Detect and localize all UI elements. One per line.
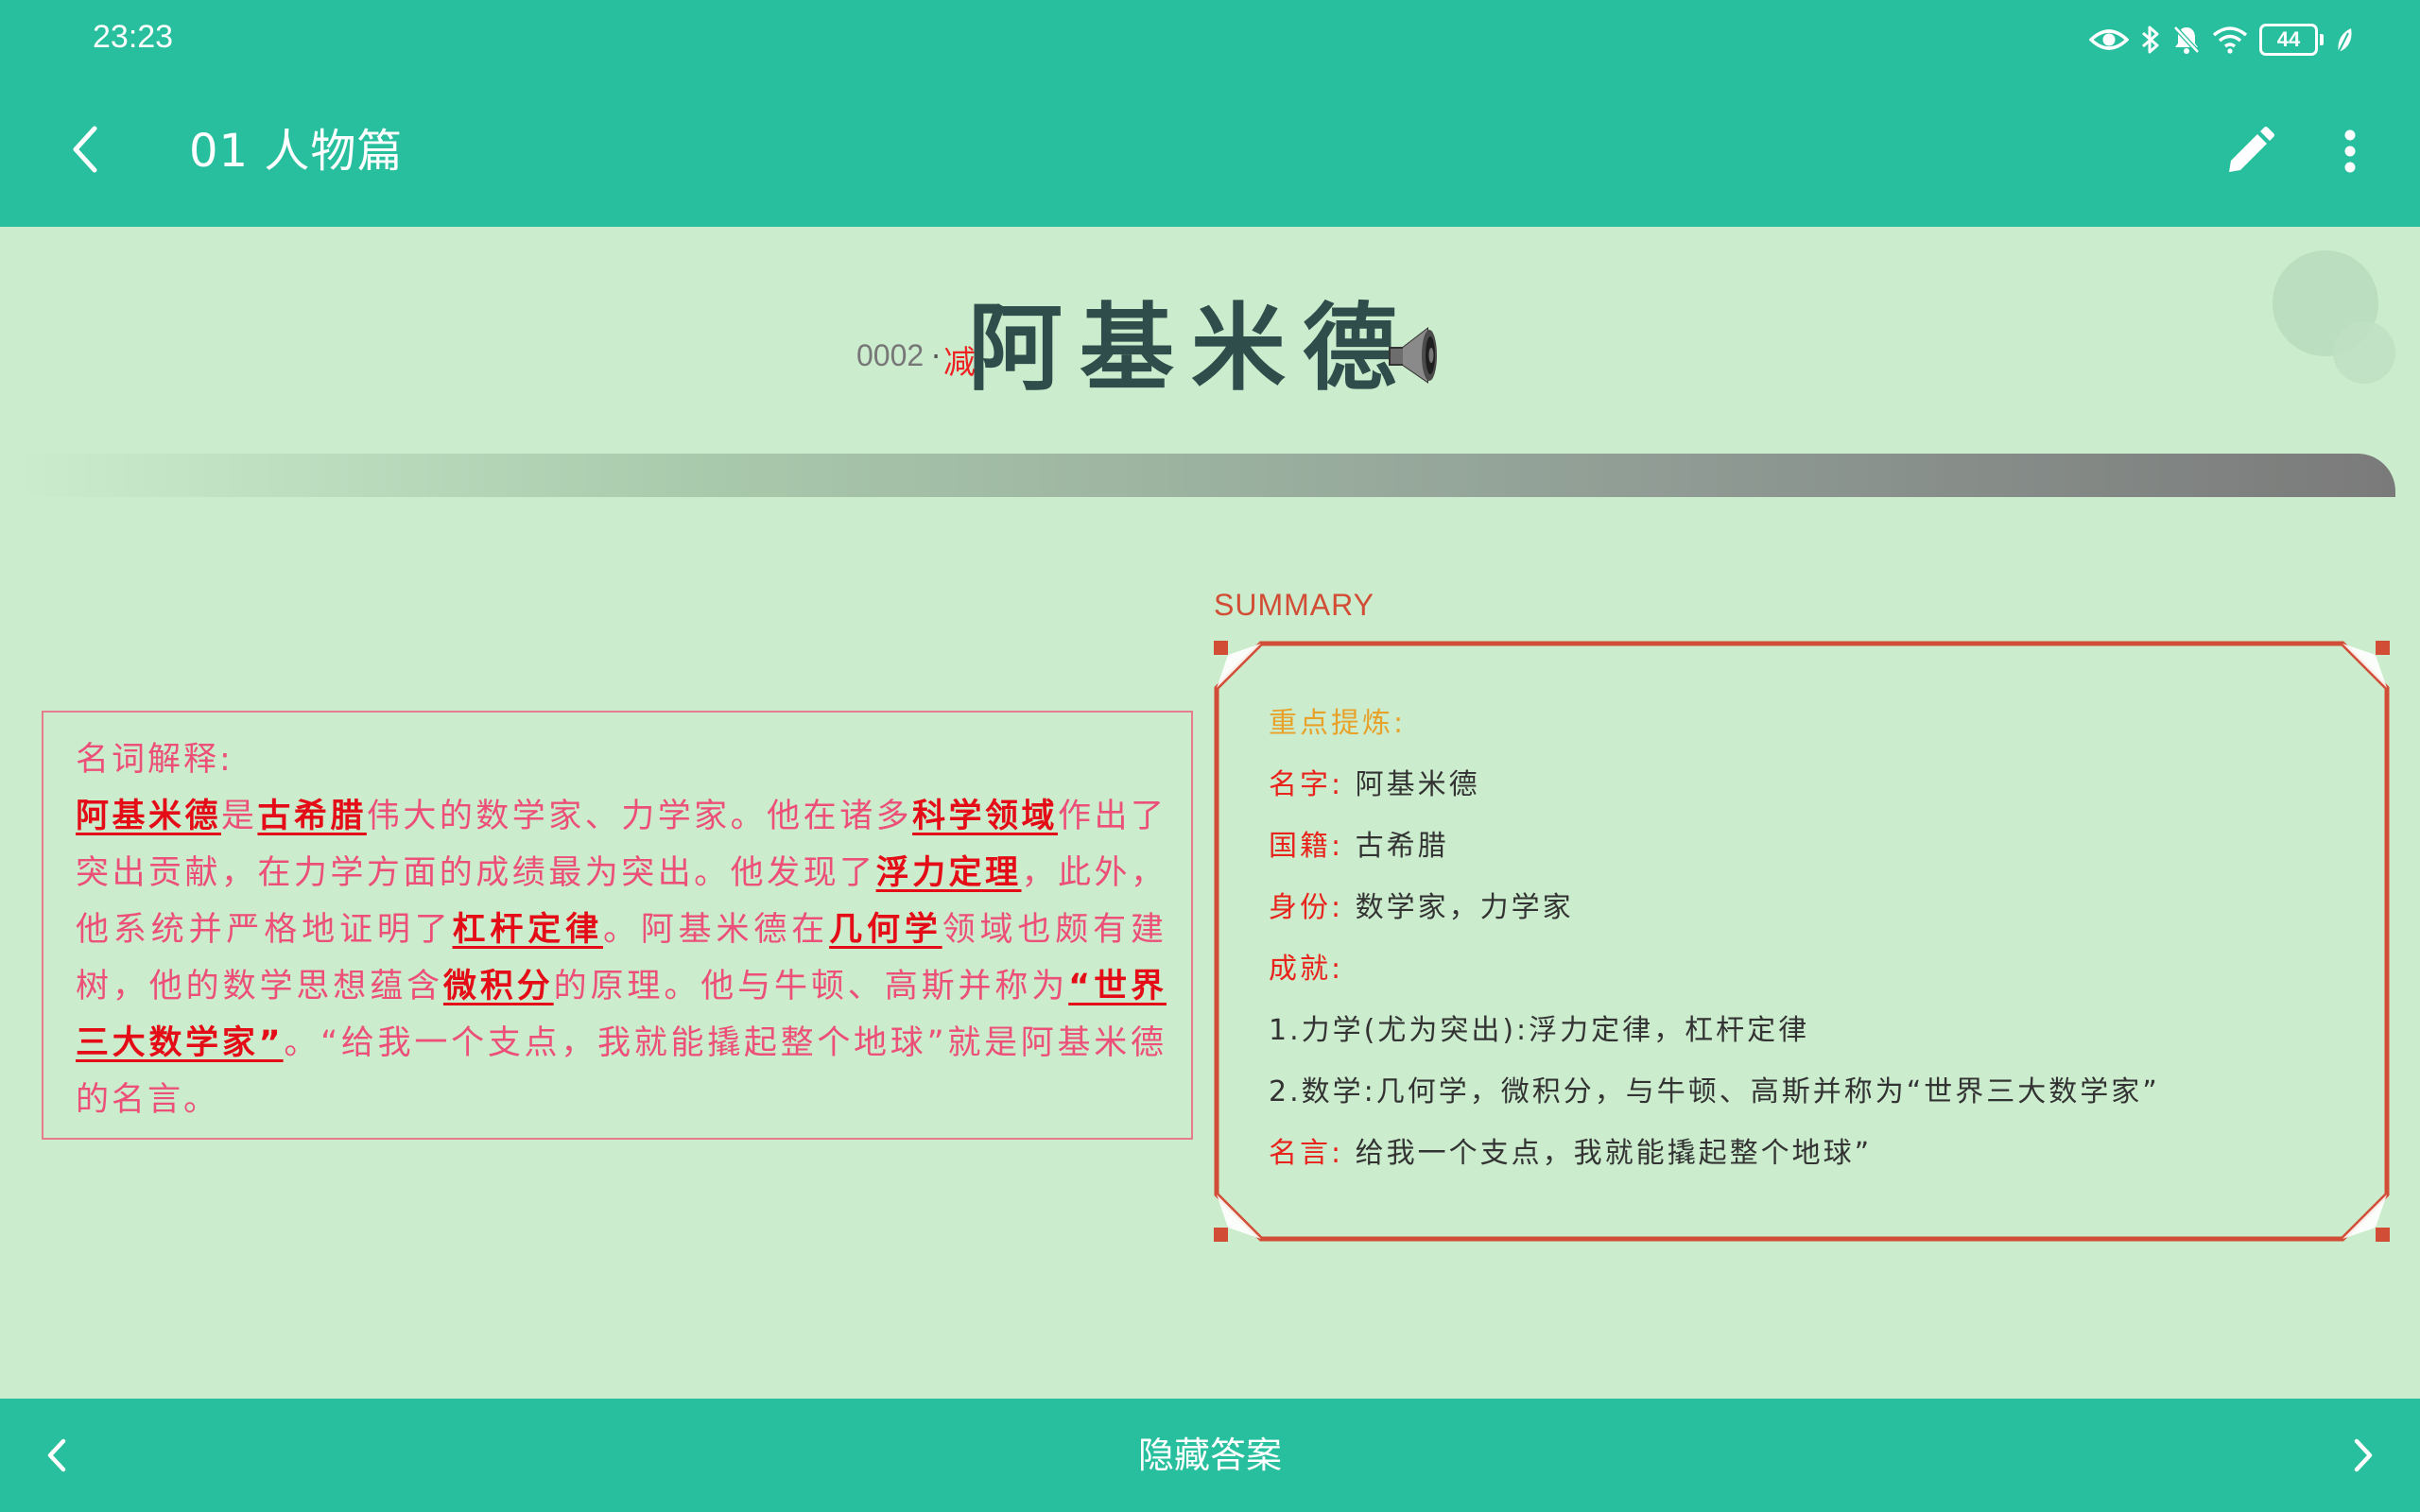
wifi-icon (2212, 26, 2248, 54)
text-segment: 。阿基米德在 (602, 911, 830, 949)
achievement-item-1: 1.力学(尤为突出):浮力定律，杠杆定律 (1269, 1014, 1810, 1047)
speaker-icon (1389, 326, 1437, 384)
chevron-left-icon (73, 126, 97, 173)
status-icons: 44 (2089, 19, 2354, 60)
bottom-bar: 隐藏答案 (0, 1399, 2420, 1512)
text-segment: 是 (220, 798, 258, 835)
app-bar: 23:23 44 01 人物篇 (0, 0, 2420, 227)
status-time: 23:23 (93, 19, 174, 55)
bell-off-icon (2172, 25, 2201, 55)
card-separator: · (931, 338, 942, 374)
quote-value: 给我一个支点，我就能撬起整个地球” (1355, 1137, 1873, 1170)
keyword: 古希腊 (257, 798, 367, 835)
summary-identity-row: 身份: 数学家，力学家 (1269, 884, 2365, 945)
bluetooth-icon (2140, 25, 2161, 55)
text-segment: 伟大的数学家、力学家。他在诸多 (366, 798, 913, 835)
chevron-left-icon (47, 1438, 66, 1472)
keyword: 阿基米德 (76, 798, 221, 835)
achievement-item-2: 2.数学:几何学，微积分，与牛顿、高斯并称为“世界三大数学家” (1269, 1075, 2160, 1108)
eye-icon (2089, 26, 2129, 54)
battery-icon: 44 (2259, 24, 2324, 56)
card-number: 0002 (856, 338, 925, 372)
keyword: 微积分 (442, 968, 554, 1005)
identity-key: 身份: (1269, 891, 1344, 924)
text-segment: 的原理。他与牛顿、高斯并称为 (553, 968, 1069, 1005)
summary-name-row: 名字: 阿基米德 (1269, 761, 2365, 822)
keyword: 科学领域 (912, 798, 1058, 835)
more-vertical-icon (2344, 129, 2356, 173)
pencil-icon (2229, 127, 2274, 172)
previous-card-button[interactable] (28, 1427, 85, 1484)
audio-play-button[interactable] (1384, 323, 1450, 389)
more-options-button[interactable] (2320, 121, 2380, 181)
divider-bar (19, 454, 2395, 497)
headword-row: 0002 · 减 阿基米德 (0, 284, 2420, 416)
edit-button[interactable] (2220, 121, 2280, 181)
keyword: 杠杆定律 (452, 911, 603, 949)
summary-panel: 重点提炼: 名字: 阿基米德 国籍: 古希腊 身份: 数学家，力学家 成就: 1… (1269, 699, 2365, 1191)
next-card-button[interactable] (2335, 1427, 2392, 1484)
summary-heading: 重点提炼: (1269, 707, 1407, 740)
summary-label: SUMMARY (1214, 588, 1374, 622)
nationality-key: 国籍: (1269, 830, 1344, 863)
summary-quote-row: 名言: 给我一个支点，我就能撬起整个地球” (1269, 1129, 2365, 1191)
battery-level: 44 (2259, 24, 2318, 56)
keyword: 浮力定理 (875, 854, 1022, 892)
name-key: 名字: (1269, 768, 1344, 801)
definition-panel: 名词解释: 阿基米德是古希腊伟大的数学家、力学家。他在诸多科学领域作出了突出贡献… (42, 711, 1193, 1140)
keyword: 几何学 (829, 911, 942, 949)
back-button[interactable] (57, 121, 113, 178)
achievement-key: 成就: (1269, 953, 1344, 986)
quote-key: 名言: (1269, 1137, 1344, 1170)
nationality-value: 古希腊 (1355, 830, 1449, 863)
summary-achievement-row: 成就: (1269, 945, 2365, 1006)
definition-heading: 名词解释: (76, 741, 233, 779)
definition-text: 阿基米德是古希腊伟大的数学家、力学家。他在诸多科学领域作出了突出贡献，在力学方面… (76, 788, 1167, 1128)
page-title: 01 人物篇 (189, 125, 404, 178)
summary-nationality-row: 国籍: 古希腊 (1269, 822, 2365, 884)
identity-value: 数学家，力学家 (1355, 891, 1574, 924)
chevron-right-icon (2354, 1438, 2373, 1472)
name-value: 阿基米德 (1355, 768, 1480, 801)
leaf-icon (2335, 26, 2354, 54)
hide-answer-button[interactable]: 隐藏答案 (1021, 1419, 1399, 1491)
headword-title: 阿基米德 (968, 293, 1414, 404)
